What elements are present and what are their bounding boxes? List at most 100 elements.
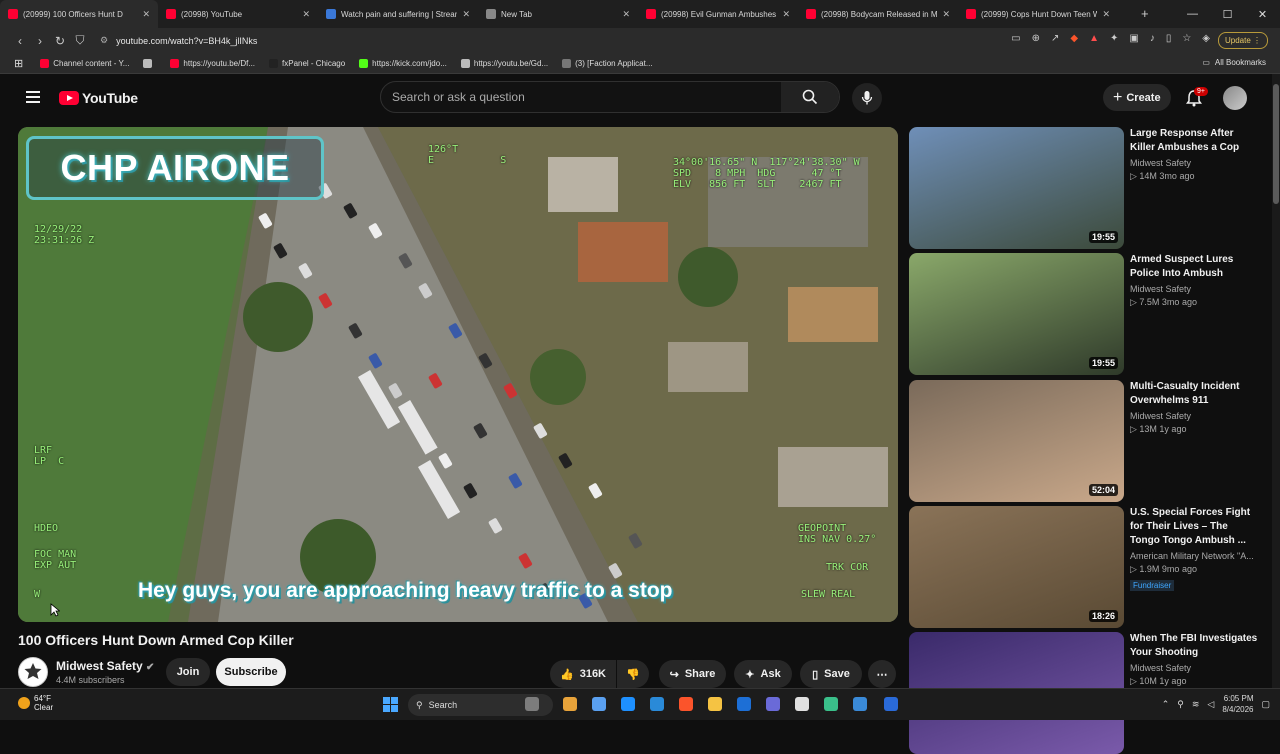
forward-button[interactable]: › — [30, 34, 50, 48]
wifi-icon[interactable]: ≋ — [1192, 699, 1200, 710]
microphone-tray-icon[interactable]: ⚲ — [1177, 699, 1184, 710]
recommended-video[interactable]: 18:26 U.S. Special Forces Fight for Their… — [909, 506, 1259, 628]
site-info-icon[interactable]: ⚙ — [100, 35, 108, 46]
brave-shield-icon[interactable]: ◆ — [1070, 33, 1078, 44]
bookmark-item[interactable]: https://youtu.be/Df... — [163, 58, 262, 68]
page-scrollbar[interactable] — [1272, 74, 1280, 688]
leo-icon[interactable]: ☆ — [1182, 33, 1191, 44]
taskbar-app-icon[interactable] — [563, 697, 577, 711]
bookmark-item[interactable]: Channel content - Y... — [33, 58, 136, 68]
video-player[interactable]: CHP AIRONE 12/29/22 23:31:26 Z 126°T E S… — [18, 127, 898, 622]
browser-tab[interactable]: New Tab ✕ — [478, 0, 638, 28]
recommended-channel[interactable]: Midwest Safety — [1130, 284, 1260, 294]
weather-widget[interactable]: 64°F Clear — [18, 694, 53, 712]
clock[interactable]: 6:05 PM 8/4/2026 — [1222, 693, 1253, 715]
recommended-title[interactable]: Large Response After Killer Ambushes a C… — [1130, 127, 1260, 155]
recommended-video[interactable]: 52:04 Multi-Casualty Incident Overwhelms … — [909, 380, 1259, 502]
start-button[interactable] — [383, 697, 398, 712]
cast-icon[interactable]: ▭ — [1011, 33, 1020, 44]
bookmark-item[interactable]: https://kick.com/jdo... — [352, 58, 454, 68]
recommended-channel[interactable]: Midwest Safety — [1130, 663, 1260, 673]
close-tab-icon[interactable]: ✕ — [1102, 9, 1110, 20]
subscribe-button[interactable]: Subscribe — [216, 658, 286, 686]
taskbar-app-icon[interactable] — [766, 697, 780, 711]
channel-avatar[interactable] — [18, 657, 48, 687]
extensions-icon[interactable]: ✦ — [1110, 33, 1118, 44]
channel-name[interactable]: Midwest Safety ✔ — [56, 659, 154, 673]
chevron-up-icon[interactable]: ⌃ — [1162, 699, 1170, 710]
join-button[interactable]: Join — [166, 658, 210, 686]
like-button[interactable]: 👍 316K — [550, 660, 616, 688]
browser-tab[interactable]: (20998) YouTube ✕ — [158, 0, 318, 28]
recommended-video[interactable]: 19:55 Armed Suspect Lures Police Into Amb… — [909, 253, 1259, 375]
recommended-title[interactable]: U.S. Special Forces Fight for Their Live… — [1130, 506, 1260, 548]
notification-center-icon[interactable]: ▢ — [1261, 699, 1270, 710]
taskbar-app-icon[interactable] — [884, 697, 898, 711]
recommended-title[interactable]: Armed Suspect Lures Police Into Ambush — [1130, 253, 1260, 281]
video-thumbnail[interactable]: 19:55 — [909, 253, 1124, 375]
back-button[interactable]: ‹ — [10, 34, 30, 48]
close-tab-icon[interactable]: ✕ — [942, 9, 950, 20]
close-tab-icon[interactable]: ✕ — [302, 9, 310, 20]
ask-button[interactable]: ✦ Ask — [734, 660, 792, 688]
search-input[interactable]: Search or ask a question — [381, 90, 781, 104]
taskbar-app-icon[interactable] — [795, 697, 809, 711]
create-button[interactable]: + Create — [1103, 84, 1171, 111]
recommended-channel[interactable]: Midwest Safety — [1130, 158, 1260, 168]
zoom-icon[interactable]: ⊕ — [1032, 33, 1040, 44]
video-thumbnail[interactable]: 18:26 — [909, 506, 1124, 628]
more-actions-button[interactable]: ⋯ — [868, 660, 896, 688]
apps-icon[interactable]: ⊞ — [0, 57, 33, 70]
bookmark-item[interactable] — [136, 58, 163, 68]
scrollbar-thumb[interactable] — [1273, 84, 1279, 204]
vpn-icon[interactable]: ◈ — [1202, 33, 1210, 44]
volume-icon[interactable]: ◁ — [1207, 699, 1214, 710]
dislike-button[interactable]: 👎 — [617, 660, 649, 688]
voice-search-button[interactable] — [852, 83, 882, 113]
taskbar-app-icon[interactable] — [621, 697, 635, 711]
taskbar-app-icon[interactable] — [592, 697, 606, 711]
search-box[interactable]: Search or ask a question — [380, 81, 840, 113]
taskbar-app-icon[interactable] — [737, 697, 751, 711]
save-button[interactable]: ▯ Save — [800, 660, 862, 688]
wallet-icon[interactable]: ▣ — [1129, 33, 1138, 44]
recommended-channel[interactable]: American Military Network "A... — [1130, 551, 1260, 561]
maximize-button[interactable]: ☐ — [1210, 0, 1245, 28]
rewards-icon[interactable]: ▲ — [1089, 33, 1099, 44]
music-icon[interactable]: ♪ — [1150, 33, 1155, 44]
all-bookmarks[interactable]: ▭ All Bookmarks — [1202, 58, 1266, 67]
close-tab-icon[interactable]: ✕ — [622, 9, 630, 20]
recommended-video[interactable]: 19:55 Large Response After Killer Ambushe… — [909, 127, 1259, 249]
taskbar-app-icon[interactable] — [525, 697, 539, 711]
taskbar-app-icon[interactable] — [679, 697, 693, 711]
browser-tab[interactable]: (20999) Cops Hunt Down Teen Wate ✕ — [958, 0, 1118, 28]
minimize-button[interactable]: — — [1175, 0, 1210, 28]
recommended-video[interactable]: When The FBI Investigates Your Shooting M… — [909, 632, 1260, 754]
close-window-button[interactable]: ✕ — [1245, 0, 1280, 28]
reload-button[interactable]: ↻ — [50, 34, 70, 48]
video-thumbnail[interactable]: 52:04 — [909, 380, 1124, 502]
share-page-icon[interactable]: ↗ — [1051, 33, 1059, 44]
taskbar-app-icon[interactable] — [824, 697, 838, 711]
url-field[interactable]: ⚙ youtube.com/watch?v=BH4k_jlINks — [100, 32, 940, 49]
bookmark-item[interactable]: https://youtu.be/Gd... — [454, 58, 555, 68]
recommended-title[interactable]: When The FBI Investigates Your Shooting — [1130, 632, 1260, 660]
bookmark-item[interactable]: (3) [Faction Applicat... — [555, 58, 659, 68]
bookmark-icon[interactable]: ⛉ — [70, 33, 90, 48]
search-button[interactable] — [781, 82, 839, 112]
youtube-logo[interactable]: YouTube — [59, 90, 138, 106]
recommended-title[interactable]: Multi-Casualty Incident Overwhelms 911 — [1130, 380, 1260, 408]
close-tab-icon[interactable]: ✕ — [142, 9, 150, 20]
browser-tab[interactable]: Watch pain and suffering | Streamat ✕ — [318, 0, 478, 28]
recommended-channel[interactable]: Midwest Safety — [1130, 411, 1260, 421]
close-tab-icon[interactable]: ✕ — [782, 9, 790, 20]
menu-icon[interactable] — [26, 91, 40, 103]
taskbar-app-icon[interactable] — [708, 697, 722, 711]
account-avatar[interactable] — [1223, 86, 1247, 110]
taskbar-app-icon[interactable] — [853, 697, 867, 711]
video-thumbnail[interactable]: 19:55 — [909, 127, 1124, 249]
share-button[interactable]: ↪ Share — [659, 660, 726, 688]
browser-tab[interactable]: (20999) 100 Officers Hunt D ✕ — [0, 0, 158, 28]
browser-tab[interactable]: (20998) Bodycam Released in Minne ✕ — [798, 0, 958, 28]
browser-tab[interactable]: (20998) Evil Gunman Ambushes Thr ✕ — [638, 0, 798, 28]
